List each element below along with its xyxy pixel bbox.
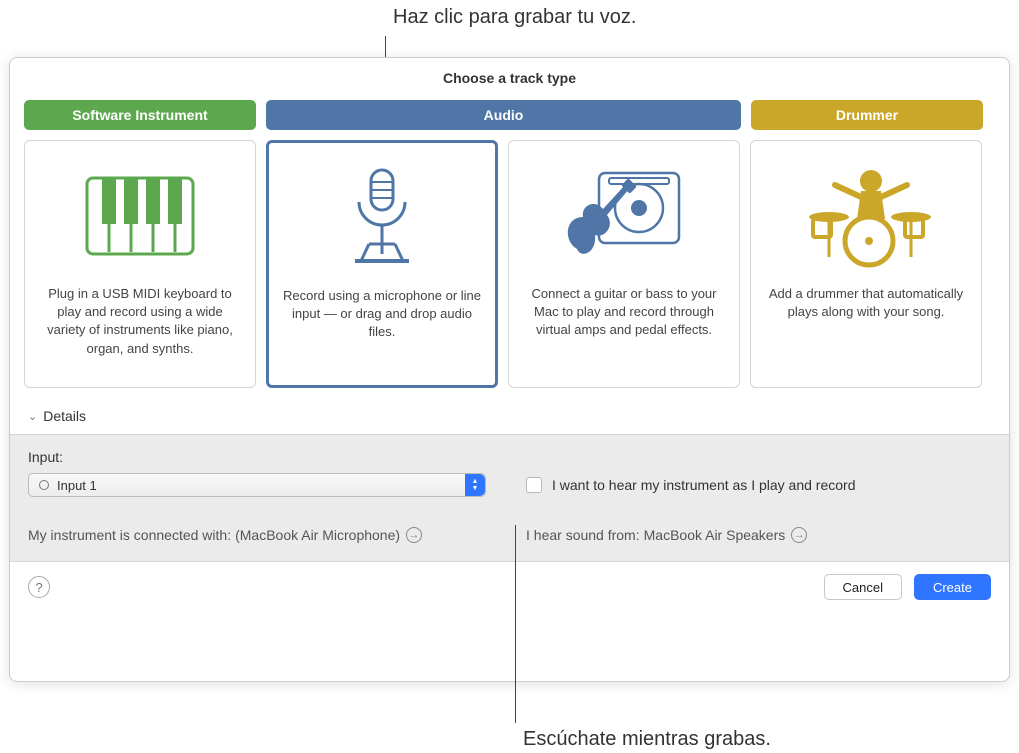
details-disclosure[interactable]: ⌄ Details	[10, 388, 1009, 434]
guitar-amp-icon	[559, 161, 689, 271]
card-software-instrument[interactable]: Plug in a USB MIDI keyboard to play and …	[24, 140, 256, 388]
card-guitar-desc: Connect a guitar or bass to your Mac to …	[523, 285, 725, 340]
details-panel: Input: Input 1 ▲▼ I want to hear my inst…	[10, 434, 1009, 562]
card-drummer[interactable]: Add a drummer that automatically plays a…	[750, 140, 982, 388]
input-channel-icon	[39, 480, 49, 490]
input-section-label: Input:	[28, 449, 991, 465]
monitor-checkbox-label: I want to hear my instrument as I play a…	[552, 477, 855, 493]
tab-software-instrument[interactable]: Software Instrument	[24, 100, 256, 130]
select-arrow-icon: ▲▼	[465, 474, 485, 496]
hear-from-value: MacBook Air Speakers	[644, 527, 786, 543]
card-mic-desc: Record using a microphone or line input …	[283, 287, 481, 342]
window-title: Choose a track type	[10, 58, 1009, 100]
track-type-tabs: Software Instrument Audio Drummer	[10, 100, 1009, 130]
choose-track-dialog: Choose a track type Software Instrument …	[9, 57, 1010, 682]
tab-audio[interactable]: Audio	[266, 100, 741, 130]
card-software-desc: Plug in a USB MIDI keyboard to play and …	[39, 285, 241, 358]
track-type-cards: Plug in a USB MIDI keyboard to play and …	[10, 130, 1009, 388]
input-select[interactable]: Input 1 ▲▼	[28, 473, 486, 497]
dialog-footer: ? Cancel Create	[10, 562, 1009, 612]
create-button[interactable]: Create	[914, 574, 991, 600]
input-select-value: Input 1	[57, 478, 97, 493]
card-drummer-desc: Add a drummer that automatically plays a…	[765, 285, 967, 321]
drummer-icon	[799, 161, 934, 271]
cancel-button[interactable]: Cancel	[824, 574, 902, 600]
card-audio-mic[interactable]: Record using a microphone or line input …	[266, 140, 498, 388]
hear-from-link-icon[interactable]: →	[791, 527, 807, 543]
keyboard-icon	[85, 161, 195, 271]
tab-drummer[interactable]: Drummer	[751, 100, 983, 130]
callout-top-text: Haz clic para grabar tu voz.	[393, 6, 636, 29]
help-button[interactable]: ?	[28, 576, 50, 598]
connected-with-value: (MacBook Air Microphone)	[235, 527, 400, 543]
card-audio-guitar[interactable]: Connect a guitar or bass to your Mac to …	[508, 140, 740, 388]
monitor-checkbox[interactable]	[526, 477, 542, 493]
hear-from-prefix: I hear sound from:	[526, 527, 640, 543]
chevron-down-icon: ⌄	[28, 410, 37, 423]
callout-bottom-text: Escúchate mientras grabas.	[523, 728, 771, 751]
callout-bottom-line	[515, 525, 516, 723]
details-label: Details	[43, 408, 86, 424]
connected-with-link-icon[interactable]: →	[406, 527, 422, 543]
microphone-icon	[337, 163, 427, 273]
connected-with-prefix: My instrument is connected with:	[28, 527, 231, 543]
